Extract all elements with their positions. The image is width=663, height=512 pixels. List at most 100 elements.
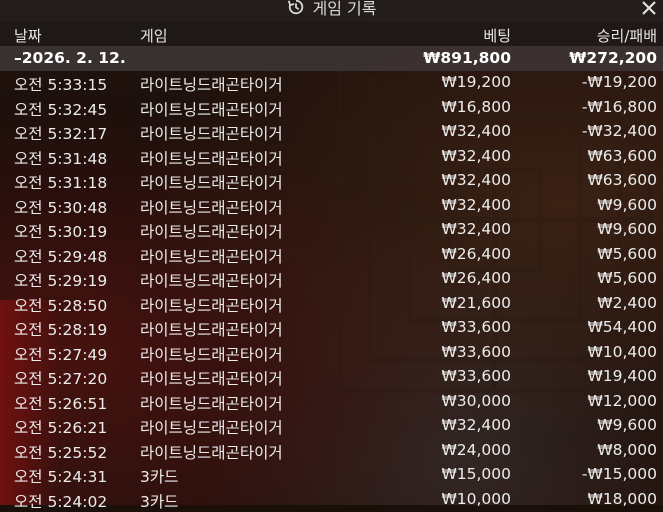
- table-row[interactable]: 오전 5:33:15 라이트닝드래곤타이거 ₩19,200 -₩19,200: [0, 70, 663, 95]
- table-row[interactable]: 오전 5:31:48 라이트닝드래곤타이거 ₩32,400 ₩63,600: [0, 144, 663, 169]
- table-row[interactable]: 오전 5:29:48 라이트닝드래곤타이거 ₩26,400 ₩5,600: [0, 242, 663, 267]
- row-time: 오전 5:31:48: [14, 149, 108, 168]
- summary-bet: ₩891,800: [423, 49, 511, 67]
- row-time: 오전 5:26:21: [14, 419, 108, 437]
- table-row[interactable]: 오전 5:27:49 라이트닝드래곤타이거 ₩33,600 ₩10,400: [0, 340, 663, 365]
- row-result: ₩9,600: [597, 220, 657, 238]
- row-game: 라이트닝드래곤타이거: [140, 345, 283, 364]
- close-icon[interactable]: [639, 0, 659, 18]
- row-game: 라이트닝드래곤타이거: [140, 419, 283, 437]
- row-time: 오전 5:29:48: [14, 247, 108, 266]
- table-row[interactable]: 오전 5:24:31 3카드 ₩15,000 -₩15,000: [0, 462, 663, 487]
- header-result: 승리/패배: [596, 27, 657, 45]
- row-result: ₩5,600: [597, 269, 657, 287]
- row-result: ₩19,400: [587, 367, 657, 385]
- table-row[interactable]: 오전 5:30:48 라이트닝드래곤타이거 ₩32,400 ₩9,600: [0, 193, 663, 218]
- row-game: 라이트닝드래곤타이거: [140, 321, 283, 339]
- row-time: 오전 5:33:15: [14, 76, 108, 94]
- row-bet: ₩15,000: [441, 465, 511, 483]
- summary-result: ₩272,200: [569, 49, 657, 67]
- row-time: 오전 5:27:20: [14, 370, 108, 388]
- row-bet: ₩33,600: [441, 342, 511, 361]
- row-time: 오전 5:29:19: [14, 272, 108, 290]
- table-row[interactable]: 오전 5:24:02 3카드 ₩10,000 ₩18,000: [0, 487, 663, 512]
- table-row[interactable]: 오전 5:26:51 라이트닝드래곤타이거 ₩30,000 ₩12,000: [0, 389, 663, 414]
- table-row[interactable]: 오전 5:25:52 라이트닝드래곤타이거 ₩24,000 ₩8,000: [0, 438, 663, 463]
- row-bet: ₩32,400: [441, 220, 511, 238]
- row-result: ₩63,600: [587, 146, 657, 165]
- date-summary-row[interactable]: –2026. 2. 12. ₩891,800 ₩272,200: [0, 46, 663, 71]
- row-time: 오전 5:24:31: [14, 468, 108, 486]
- row-time: 오전 5:28:19: [14, 321, 108, 339]
- row-bet: ₩33,600: [441, 367, 511, 385]
- row-game: 라이트닝드래곤타이거: [140, 394, 283, 413]
- row-bet: ₩32,400: [441, 122, 511, 140]
- row-game: 라이트닝드래곤타이거: [140, 198, 283, 217]
- row-bet: ₩32,400: [441, 195, 511, 214]
- table-row[interactable]: 오전 5:30:19 라이트닝드래곤타이거 ₩32,400 ₩9,600: [0, 217, 663, 242]
- row-result: ₩12,000: [587, 391, 657, 410]
- row-time: 오전 5:24:02: [14, 492, 108, 511]
- title-bar: 게임 기록: [0, 0, 663, 22]
- row-bet: ₩33,600: [441, 318, 511, 336]
- page-title: 게임 기록: [312, 0, 377, 18]
- row-game: 라이트닝드래곤타이거: [140, 443, 283, 462]
- row-time: 오전 5:31:18: [14, 174, 108, 192]
- row-bet: ₩16,800: [441, 97, 511, 116]
- header-game: 게임: [140, 27, 168, 45]
- row-bet: ₩32,400: [441, 171, 511, 189]
- history-icon: [287, 0, 303, 15]
- table-row[interactable]: 오전 5:28:19 라이트닝드래곤타이거 ₩33,600 ₩54,400: [0, 315, 663, 340]
- row-game: 라이트닝드래곤타이거: [140, 149, 283, 168]
- row-bet: ₩32,400: [441, 146, 511, 165]
- row-result: ₩5,600: [597, 244, 657, 263]
- row-game: 라이트닝드래곤타이거: [140, 76, 283, 94]
- table-row[interactable]: 오전 5:31:18 라이트닝드래곤타이거 ₩32,400 ₩63,600: [0, 168, 663, 193]
- row-result: ₩54,400: [587, 318, 657, 336]
- row-result: -₩15,000: [581, 465, 657, 483]
- row-result: -₩32,400: [581, 122, 657, 140]
- row-time: 오전 5:25:52: [14, 443, 108, 462]
- row-game: 라이트닝드래곤타이거: [140, 223, 283, 241]
- row-result: ₩63,600: [587, 171, 657, 189]
- table-row[interactable]: 오전 5:27:20 라이트닝드래곤타이거 ₩33,600 ₩19,400: [0, 364, 663, 389]
- table-row[interactable]: 오전 5:28:50 라이트닝드래곤타이거 ₩21,600 ₩2,400: [0, 291, 663, 316]
- row-time: 오전 5:27:49: [14, 345, 108, 364]
- row-bet: ₩26,400: [441, 244, 511, 263]
- row-result: ₩2,400: [597, 293, 657, 312]
- row-time: 오전 5:30:19: [14, 223, 108, 241]
- row-game: 라이트닝드래곤타이거: [140, 100, 283, 119]
- row-game: 라이트닝드래곤타이거: [140, 174, 283, 192]
- row-bet: ₩24,000: [441, 440, 511, 459]
- row-time: 오전 5:32:45: [14, 100, 108, 119]
- table-header: 날짜 게임 베팅 승리/패배: [0, 22, 663, 46]
- row-result: ₩8,000: [597, 440, 657, 459]
- header-bet: 베팅: [483, 27, 511, 45]
- row-game: 3카드: [140, 468, 179, 486]
- row-time: 오전 5:26:51: [14, 394, 108, 413]
- row-time: 오전 5:30:48: [14, 198, 108, 217]
- row-bet: ₩32,400: [441, 416, 511, 434]
- row-bet: ₩26,400: [441, 269, 511, 287]
- row-time: 오전 5:28:50: [14, 296, 108, 315]
- row-game: 라이트닝드래곤타이거: [140, 125, 283, 143]
- row-result: ₩9,600: [597, 416, 657, 434]
- row-game: 라이트닝드래곤타이거: [140, 370, 283, 388]
- row-time: 오전 5:32:17: [14, 125, 108, 143]
- row-game: 라이트닝드래곤타이거: [140, 296, 283, 315]
- table-row[interactable]: 오전 5:32:45 라이트닝드래곤타이거 ₩16,800 -₩16,800: [0, 95, 663, 120]
- row-result: ₩9,600: [597, 195, 657, 214]
- table-row[interactable]: 오전 5:29:19 라이트닝드래곤타이거 ₩26,400 ₩5,600: [0, 266, 663, 291]
- row-game: 3카드: [140, 492, 179, 511]
- summary-date: –2026. 2. 12.: [14, 49, 126, 67]
- row-result: ₩10,400: [587, 342, 657, 361]
- table-row[interactable]: 오전 5:32:17 라이트닝드래곤타이거 ₩32,400 -₩32,400: [0, 119, 663, 144]
- row-bet: ₩30,000: [441, 391, 511, 410]
- row-result: -₩19,200: [581, 73, 657, 91]
- header-date: 날짜: [14, 27, 42, 45]
- table-row[interactable]: 오전 5:26:21 라이트닝드래곤타이거 ₩32,400 ₩9,600: [0, 413, 663, 438]
- title-wrap: 게임 기록: [287, 0, 377, 19]
- row-bet: ₩21,600: [441, 293, 511, 312]
- row-game: 라이트닝드래곤타이거: [140, 272, 283, 290]
- row-game: 라이트닝드래곤타이거: [140, 247, 283, 266]
